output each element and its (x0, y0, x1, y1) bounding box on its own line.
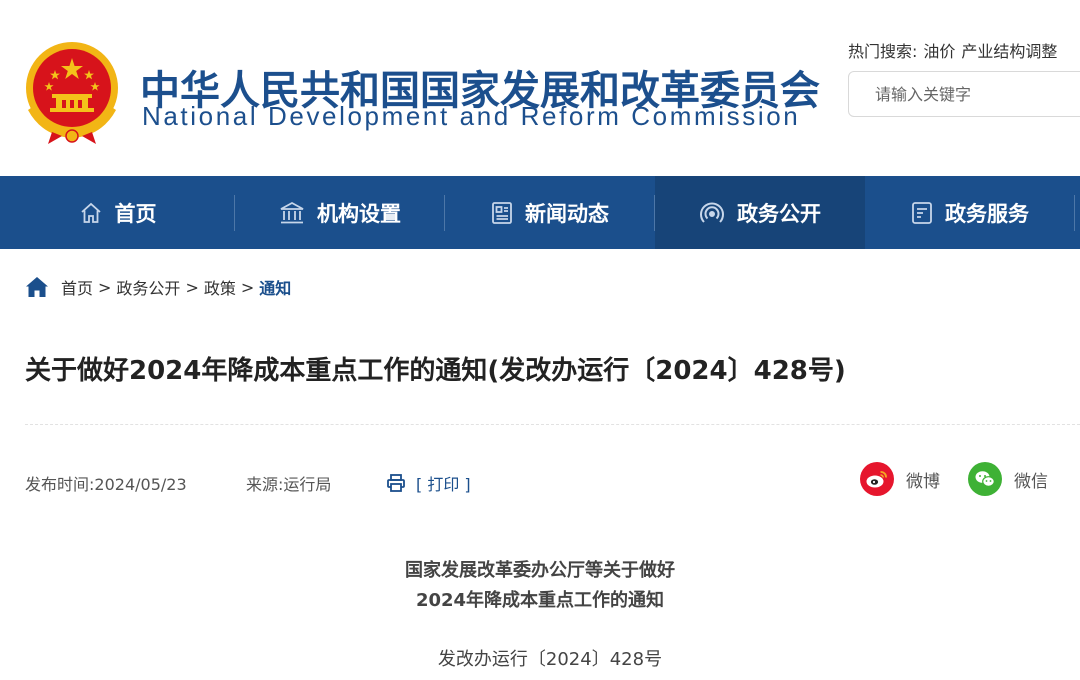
breadcrumb-separator: > (185, 277, 199, 297)
breadcrumb-link[interactable]: 首页 (61, 275, 93, 299)
document-heading-line2: 2024年降成本重点工作的通知 (415, 590, 665, 611)
nav-item-news[interactable]: 新闻动态 (445, 176, 655, 249)
hot-search: 热门搜索: 油价 产业结构调整 (848, 38, 1063, 62)
hot-search-term[interactable]: 油价 (923, 42, 955, 61)
hot-search-term[interactable]: 产业结构调整 (961, 42, 1057, 61)
breadcrumb-current[interactable]: 通知 (259, 275, 291, 299)
institution-icon (280, 201, 304, 223)
main-nav: 首页 机构设置 新闻动态 政务公开 政务服务 (0, 176, 1080, 249)
wechat-icon (968, 462, 1002, 496)
printer-icon (387, 474, 405, 492)
nav-label: 机构设置 (317, 201, 401, 226)
nav-label: 政务服务 (945, 201, 1029, 226)
search-box[interactable] (848, 71, 1080, 117)
wechat-label: 微信 (1014, 471, 1048, 492)
publish-time: 发布时间:2024/05/23 (25, 471, 187, 495)
breadcrumb-link[interactable]: 政务公开 (116, 275, 180, 299)
source-value: 运行局 (283, 475, 332, 494)
document-heading-line1: 国家发展改革委办公厅等关于做好 (405, 560, 675, 581)
breadcrumb-link[interactable]: 政策 (204, 275, 236, 299)
print-label: [ 打印 ] (416, 475, 471, 494)
print-button[interactable]: [ 打印 ] (386, 471, 471, 495)
source-label: 来源: (246, 475, 284, 494)
search-input[interactable] (873, 84, 1077, 105)
nav-label: 新闻动态 (525, 201, 609, 226)
share-wechat[interactable]: 微信 (968, 462, 1048, 496)
hot-search-label: 热门搜索: (848, 42, 918, 61)
publish-label: 发布时间: (25, 475, 95, 494)
weibo-label: 微博 (906, 471, 940, 492)
document-number: 发改办运行〔2024〕428号 (437, 649, 663, 670)
home-icon (26, 277, 48, 297)
broadcast-icon (700, 202, 724, 223)
national-emblem-logo[interactable] (22, 40, 122, 144)
breadcrumb: 首页 > 政务公开 > 政策 > 通知 (25, 275, 291, 299)
nav-label: 首页 (114, 201, 157, 226)
title-divider (25, 424, 1080, 425)
article-source: 来源:运行局 (246, 471, 331, 495)
breadcrumb-separator: > (240, 277, 255, 297)
article-title: 关于做好2024年降成本重点工作的通知(发改办运行〔2024〕428号) (25, 356, 846, 386)
site-header: 中华人民共和国国家发展和改革委员会 National Development a… (0, 0, 1080, 176)
weibo-icon (860, 462, 894, 496)
site-title-en: National Development and Reform Commissi… (142, 101, 801, 131)
nav-item-services[interactable]: 政务服务 (865, 176, 1075, 249)
publish-date: 2024/05/23 (94, 475, 187, 494)
nav-item-home[interactable]: 首页 (0, 176, 235, 249)
nav-separator (1074, 195, 1075, 231)
breadcrumb-separator: > (98, 277, 112, 297)
nav-item-institutions[interactable]: 机构设置 (235, 176, 445, 249)
share-weibo[interactable]: 微博 (860, 462, 940, 496)
document-service-icon (912, 201, 932, 224)
nav-item-government-affairs[interactable]: 政务公开 (655, 176, 865, 249)
home-outline-icon (80, 202, 101, 223)
newspaper-icon (492, 201, 512, 224)
nav-label: 政务公开 (737, 201, 821, 226)
